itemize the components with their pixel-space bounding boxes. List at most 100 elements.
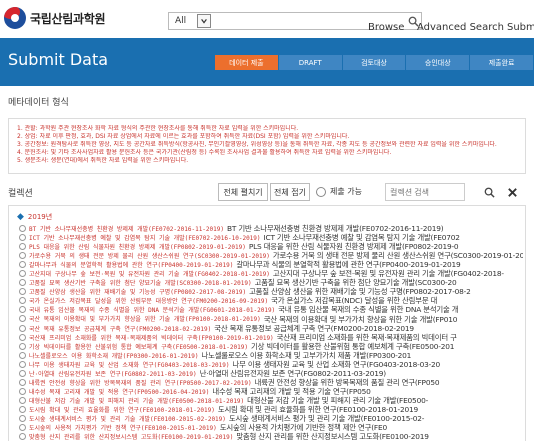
list-item-label: 국내 유통 임산물 목재의 수종 식별을 위한 DNA 분석기술 개 xyxy=(278,305,459,315)
list-item-label: 고품질 산양삼 생산을 위한 재배기술 및 기능성 구명(FP0802-2017… xyxy=(249,287,471,297)
list-item[interactable]: 국산재 프리미엄 소재화를 위한 목재·목재제품의 빅데이터 구축(FP0100… xyxy=(19,333,523,342)
list-item-code: ICT 기반 소나무재선충병 예찰 및 감염목 탐지 기술 개발(FE0702-… xyxy=(29,235,261,243)
list-item-radio[interactable] xyxy=(19,342,26,350)
step-complete[interactable]: 제출완료 xyxy=(470,55,534,70)
collection-search-button[interactable] xyxy=(482,185,496,199)
metadata-line: 1. 관할: 과학원 주관 현장조사 화학 자료 형식의 주관한 현장조사를 통… xyxy=(17,125,299,132)
list-item[interactable]: 국내 유통 임산물 목재의 수종 식별을 위한 DNA 분석기술 개발(FG06… xyxy=(19,305,523,314)
list-item-code: BT 기반 소나무재선충병 친환경 방제제 개발(FE0702-2016-11-… xyxy=(29,226,224,234)
list-item-radio[interactable] xyxy=(19,351,26,359)
list-item-label: 도시림 확대 및 관리 효율화를 위한 연구(FE0100-2018-01-20… xyxy=(217,404,418,414)
collapse-all-button[interactable]: 전체 접기 xyxy=(270,183,310,201)
list-item[interactable]: BT 기반 소나무재선충병 친환경 방제제 개발(FE0702-2016-11-… xyxy=(19,224,523,233)
list-item-radio[interactable] xyxy=(19,225,26,233)
list-item-code: 고품질 산양삼 생산을 위한 재배기술 및 기능성 구명(FP0802-2017… xyxy=(29,289,247,297)
list-item-radio[interactable] xyxy=(19,234,26,242)
list-item[interactable]: 나노셀룰로오스 이용 화학소재 개발(FP0300-2016-01-2019) 나… xyxy=(19,351,523,360)
tree-year-node[interactable]: ◆ 2019년 xyxy=(17,212,52,222)
collection-filter-input[interactable] xyxy=(385,183,465,201)
list-item-radio[interactable] xyxy=(19,433,26,441)
submittable-radio[interactable] xyxy=(316,186,326,197)
list-item-radio[interactable] xyxy=(19,252,26,260)
list-item-label: 내수성 목재 고리재의 개발 및 적용 기술 연구(FP050 xyxy=(212,386,371,396)
list-item-code: 국산 목재의 이용확대 및 부가가치 향상을 위한 기술 개발(FP0100-2… xyxy=(29,316,261,324)
list-item[interactable]: 가로수용 거북 의 생태 전문 방제 물리 산원 생산스쉬원 연구(SC0300… xyxy=(19,251,523,260)
list-item[interactable]: 도시림 확대 및 관리 효율화를 위한 연구(FE0100-2018-01-20… xyxy=(19,405,523,414)
collection-clear-button[interactable] xyxy=(505,185,519,199)
step-review[interactable]: 검토대상 xyxy=(342,55,407,70)
list-item-radio[interactable] xyxy=(19,387,26,395)
list-item-radio[interactable] xyxy=(19,297,26,305)
nav-browse-link[interactable]: Browse xyxy=(368,22,404,33)
expand-all-button[interactable]: 전체 펼치기 xyxy=(218,183,268,201)
step-approval[interactable]: 승인대상 xyxy=(406,55,471,70)
list-item-label: 난·아열대 산림유전자원 보존 연구(FG0802-2011-03-2019) xyxy=(199,368,387,378)
list-item[interactable]: 내수성 목재 고리재 개발 및 적용 연구(FP0500-2016-04-201… xyxy=(19,387,523,396)
list-item-radio[interactable] xyxy=(19,396,26,404)
tree-toggle-icon[interactable]: ◆ xyxy=(17,212,24,222)
list-item-label: PLS 대응을 위한 산림 식물자원 친환경 방제제 개발(FP0802-201… xyxy=(248,242,459,252)
list-item[interactable]: 국산 목재의 이용확대 및 부가가치 향상을 위한 기술 개발(FP0100-2… xyxy=(19,314,523,324)
logo-text: 국립산림과학원 xyxy=(30,11,106,26)
list-item-code: 내수성 목재 고리재 개발 및 적용 연구(FP0500-2016-04-201… xyxy=(29,388,210,396)
list-item-code: 대형산불 저감 기술 개발 및 피해지 관리 기술 개발(FE0500-2018… xyxy=(29,397,245,405)
list-item-label: 고산지대 구상나무 숲 보전·복원 및 유전자원 관리 기술 개발(FG0402… xyxy=(272,269,504,279)
list-item-label: 고품질 묘목 생산기반 구축을 위한 첨단 양묘기술 개발(SC0300-20 xyxy=(254,278,457,288)
list-item[interactable]: 국가 온실가스 저감목표 달성을 위한 산림부문 대응방안 연구(FM0200-… xyxy=(19,296,523,305)
list-item[interactable]: 맞춤형 산지 관리를 위한 산지정보시스템 고도화(FE0100-2019-01… xyxy=(19,432,523,441)
list-item-radio[interactable] xyxy=(19,333,26,341)
step-data-submit[interactable]: 데이터 제출 xyxy=(215,55,279,70)
list-item-code: 국산재 프리미엄 소재화를 위한 목재·목재제품의 빅데이터 구축(FP0100… xyxy=(29,334,274,342)
page-title: Submit Data xyxy=(8,50,109,69)
list-item-label: 나노셀룰로오스 이용 화학소재 및 고부가가치 제품 개발(FP0300-201 xyxy=(201,350,412,360)
list-item-radio[interactable] xyxy=(19,405,26,413)
list-item-radio[interactable] xyxy=(19,315,26,323)
submission-steps: 데이터 제출 DRAFT 검토대상 승인대상 제출완료 xyxy=(215,55,534,70)
list-item[interactable]: 고산지대 구상나무 숲 보전·복원 및 유전자원 관리 기술 개발(FG0402… xyxy=(19,269,523,278)
list-item[interactable]: 기상 빅데이터를 활용한 산불위험 통합 예보체계 구축(FE0500-2018… xyxy=(19,342,523,351)
list-item[interactable]: 나무 이용 생태자원 교육 및 산업 소재화 연구(FG0403-2018-03… xyxy=(19,360,523,369)
list-item-radio[interactable] xyxy=(19,306,26,314)
list-item[interactable]: 국산 목재 유통정보 공급체계 구축 연구(FM0200-2018-02-201… xyxy=(19,324,523,333)
list-item[interactable]: 갈마나무과 식물의 분열학적 활용법에 관한 연구(FP0400-2019-01… xyxy=(19,260,523,269)
list-item-label: 나무 이용 생태자원 교육 및 산업 소재화 연구(FG0403-2018-03… xyxy=(232,359,441,369)
list-item-radio[interactable] xyxy=(19,424,26,432)
collection-tree: ◆ 2019년 BT 기반 소나무재선충병 친환경 방제제 개발(FE0702-… xyxy=(8,205,526,441)
list-item-code: 국내 유통 임산물 목재의 수종 식별을 위한 DNA 분석기술 개발(FG06… xyxy=(29,307,276,315)
list-item-radio[interactable] xyxy=(19,369,26,377)
nav-submit-link[interactable]: Submi xyxy=(507,22,534,33)
list-item[interactable]: 대형산불 저감 기술 개발 및 피해지 관리 기술 개발(FE0500-2018… xyxy=(19,396,523,405)
submittable-filter[interactable]: 제출 가능 xyxy=(316,186,362,197)
list-item-radio[interactable] xyxy=(19,261,26,269)
list-item-radio[interactable] xyxy=(19,415,26,422)
step-draft[interactable]: DRAFT xyxy=(278,55,343,70)
site-logo[interactable]: 국립산림과학원 xyxy=(4,7,105,29)
list-item-radio[interactable] xyxy=(19,270,26,278)
tree-year-label: 2019년 xyxy=(27,213,53,221)
list-item-radio[interactable] xyxy=(19,243,26,251)
list-item-label: 대형산불 저감 기술 개발 및 피해지 관리 기술 개발(FE0500- xyxy=(247,395,429,405)
metadata-line: 3. 공간정보: 원격탐사로 취득한 영상, 지도 등 공간자료 취득방식(항공… xyxy=(17,141,497,148)
search-scope-value[interactable]: All xyxy=(169,16,197,26)
list-item-radio[interactable] xyxy=(19,378,26,386)
list-item[interactable]: 내륙권 안전성 향상을 위한 방목목재의 품질 관리 연구(FP0500-201… xyxy=(19,378,523,387)
list-item[interactable]: 고품질 산양삼 생산을 위한 재배기술 및 기능성 구명(FP0802-2017… xyxy=(19,287,523,296)
search-icon xyxy=(484,187,495,198)
list-item-radio[interactable] xyxy=(19,324,26,332)
search-scope-dropdown[interactable] xyxy=(197,14,211,28)
list-item-radio[interactable] xyxy=(19,360,26,368)
list-item[interactable]: 도시숲의 사용적 가치평가 기반 정책 연구(FE0100-2015-01-20… xyxy=(19,423,523,432)
list-item[interactable]: PLS 대응을 위한 산림 식물자원 친환경 방제제 개발(FP0802-201… xyxy=(19,242,523,251)
list-item-code: 내륙권 안전성 향상을 위한 방목목재의 품질 관리 연구(FP0500-201… xyxy=(29,379,252,387)
list-item-radio[interactable] xyxy=(19,288,26,296)
list-item[interactable]: 난·아열대 산림유전자원 보존 연구(FG0802-2011-03-2019) 난… xyxy=(19,369,523,378)
list-item-code: 고산지대 구상나무 숲 보전·복원 및 유전자원 관리 기술 개발(FG0402… xyxy=(29,271,270,279)
list-item-radio[interactable] xyxy=(19,279,26,287)
list-item-label: BT 기반 소나무재선충병 친환경 방제제 개발(FE0702-2016-11-… xyxy=(227,224,444,234)
nav-advanced-search-link[interactable]: Advanced Search xyxy=(417,22,504,33)
list-item[interactable]: 고품질 묘목 생산기반 구축을 위한 첨단 양묘기술 개발(SC0300-201… xyxy=(19,278,523,287)
list-item[interactable]: ICT 기반 소나무재선충병 예찰 및 감염목 탐지 기술 개발(FE0702-… xyxy=(19,233,523,242)
list-item[interactable]: 도시숲 생태계서비스 평가 및 관리 기술 개발(FE0100-2015-02-… xyxy=(19,414,523,423)
list-item-code: 갈마나무과 식물의 분열학적 활용법에 관한 연구(FP0400-2019-01… xyxy=(29,262,234,270)
list-item-label: 도시숲 생태계서비스 평가 및 관리 기술 개발(FE0100-2015-02- xyxy=(228,414,425,424)
